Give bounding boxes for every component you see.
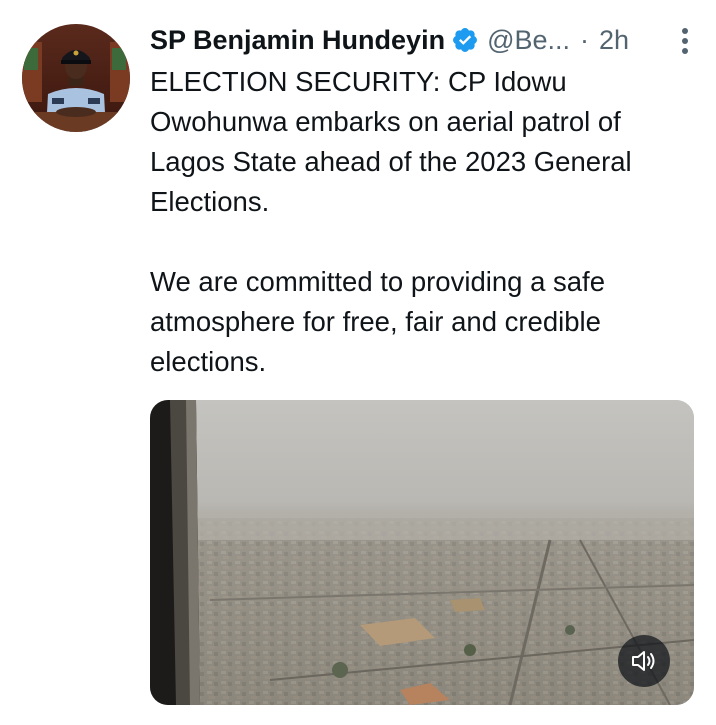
tweet-text: ELECTION SECURITY: CP Idowu Owohunwa emb… [150,66,632,377]
more-options-icon[interactable] [672,26,698,56]
aerial-video-frame [150,400,694,705]
tweet-card[interactable]: SP Benjamin Hundeyin @Be... · 2h ELECTIO… [0,0,716,725]
verified-badge-icon [451,26,479,54]
author-name[interactable]: SP Benjamin Hundeyin [150,25,445,56]
avatar[interactable] [22,24,130,132]
speaker-muted-icon[interactable] [618,635,670,687]
tweet-header: SP Benjamin Hundeyin @Be... · 2h [150,18,698,62]
video-player[interactable] [150,400,694,705]
author-handle[interactable]: @Be... [487,25,570,56]
timestamp[interactable]: 2h [599,25,629,56]
separator-dot: · [580,24,590,55]
